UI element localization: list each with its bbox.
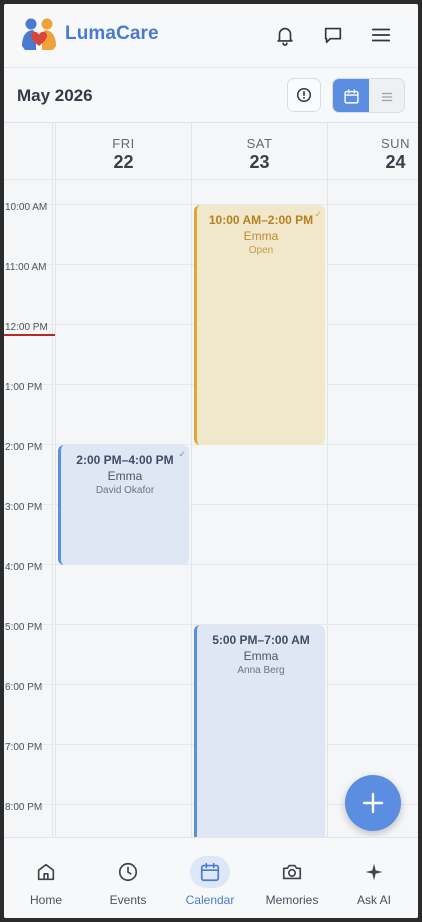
logo-icon <box>20 16 58 52</box>
list-icon <box>381 92 393 101</box>
messages-button[interactable] <box>318 20 348 50</box>
add-event-button[interactable] <box>345 775 401 831</box>
hour-label: 11:00 AM <box>5 262 47 273</box>
event-caregiver: David Okafor <box>95 485 155 496</box>
month-bar: May 2026 <box>4 68 418 123</box>
nav-item-memories[interactable]: Memories <box>251 838 333 918</box>
hour-label: 3:00 PM <box>5 502 43 513</box>
day-header-sun[interactable]: SUN 24 <box>328 123 418 179</box>
check-icon: ✓ <box>178 449 186 459</box>
day-number: 22 <box>113 152 134 172</box>
event-card[interactable]: 5:00 PM–7:00 AM Emma Anna Berg <box>194 625 325 837</box>
day-number: 24 <box>385 152 406 172</box>
event-caregiver: Anna Berg <box>237 665 285 676</box>
current-time-indicator <box>4 334 55 336</box>
event-time: 5:00 PM–7:00 AM <box>212 633 310 647</box>
nav-item-home[interactable]: Home <box>5 838 87 918</box>
day-name: SUN <box>381 136 410 151</box>
info-button[interactable] <box>287 78 321 112</box>
event-time: 2:00 PM–4:00 PM <box>76 453 174 467</box>
chat-icon <box>324 27 342 44</box>
hour-label: 10:00 AM <box>5 202 48 213</box>
column-separator <box>191 123 192 837</box>
event-person: Emma <box>107 469 143 483</box>
hour-label: 6:00 PM <box>5 682 43 693</box>
app-header: LumaCare <box>4 4 418 68</box>
check-icon: ✓ <box>314 209 322 219</box>
month-title: May 2026 <box>17 86 93 105</box>
bell-icon <box>277 27 293 46</box>
week-calendar[interactable]: FRI 22 SAT 23 SUN 24 10:00 AM 11:00 AM 1… <box>4 123 418 837</box>
event-person: Emma <box>243 229 279 243</box>
app-frame: LumaCare May 2026 FRI 22 SAT 23 SUN 24 1… <box>4 4 418 918</box>
camera-icon <box>272 856 312 888</box>
calendar-icon <box>343 89 359 104</box>
nav-item-ask-ai[interactable]: Ask AI <box>333 838 415 918</box>
day-header-sat[interactable]: SAT 23 <box>192 123 327 179</box>
clock-icon <box>108 856 148 888</box>
nav-item-calendar[interactable]: Calendar <box>169 838 251 918</box>
home-icon <box>26 856 66 888</box>
bottom-nav: Home Events Calendar Memories Ask AI <box>4 837 418 918</box>
event-status: Open <box>248 245 274 256</box>
event-person: Emma <box>243 649 279 663</box>
menu-button[interactable] <box>366 20 396 50</box>
sparkle-icon <box>354 856 394 888</box>
hour-label: 4:00 PM <box>5 562 43 573</box>
hour-label: 1:00 PM <box>5 382 43 393</box>
hour-label: 7:00 PM <box>5 742 43 753</box>
nav-label: Memories <box>265 893 319 907</box>
plus-icon <box>362 792 384 814</box>
nav-label: Calendar <box>185 893 235 907</box>
info-icon <box>296 87 312 103</box>
list-view-button[interactable] <box>369 79 404 112</box>
hour-label: 5:00 PM <box>5 622 43 633</box>
nav-label: Ask AI <box>356 893 391 907</box>
day-number: 23 <box>249 152 270 172</box>
nav-item-events[interactable]: Events <box>87 838 169 918</box>
column-separator <box>52 123 53 837</box>
nav-label: Events <box>109 893 147 907</box>
event-card[interactable]: ✓ 2:00 PM–4:00 PM Emma David Okafor <box>58 445 189 565</box>
hour-label: 12:00 PM <box>5 322 48 333</box>
view-toggle <box>332 78 405 113</box>
day-header-fri[interactable]: FRI 22 <box>56 123 191 179</box>
event-card[interactable]: ✓ 10:00 AM–2:00 PM Emma Open <box>194 205 325 445</box>
hamburger-icon <box>371 28 391 42</box>
notifications-button[interactable] <box>270 20 300 50</box>
hour-label: 8:00 PM <box>5 802 43 813</box>
column-separator <box>55 123 56 837</box>
nav-label: Home <box>29 893 62 907</box>
app-name: LumaCare <box>65 23 159 44</box>
header-divider <box>4 179 418 180</box>
hour-label: 2:00 PM <box>5 442 43 453</box>
event-time: 10:00 AM–2:00 PM <box>208 213 314 227</box>
column-separator <box>327 123 328 837</box>
calendar-icon <box>190 856 230 888</box>
day-name: SAT <box>246 136 273 151</box>
calendar-view-button[interactable] <box>333 79 369 112</box>
day-name: FRI <box>112 136 135 151</box>
